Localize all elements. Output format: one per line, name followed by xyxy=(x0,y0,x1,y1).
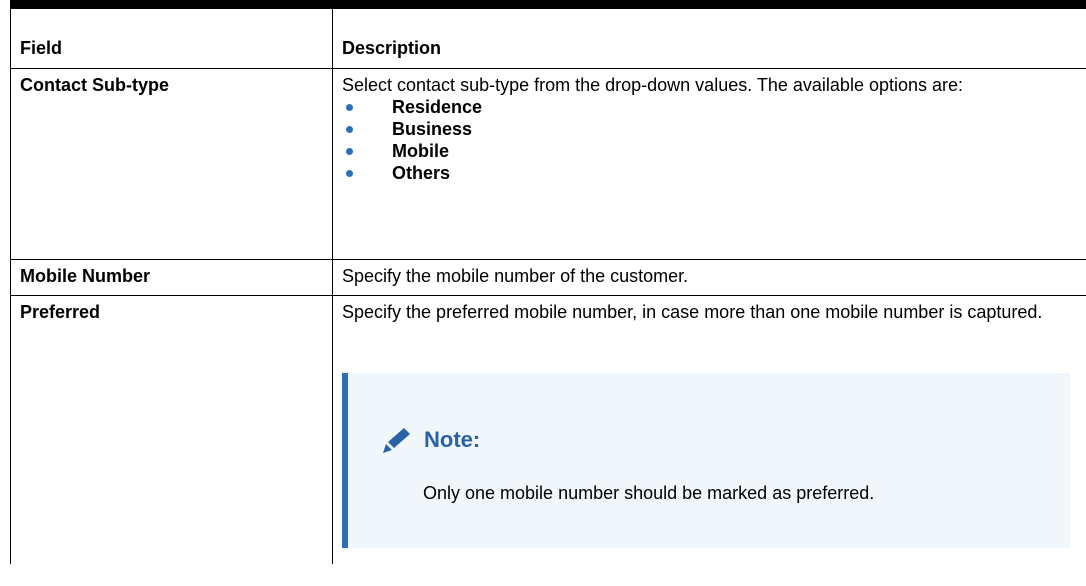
list-item: Others xyxy=(342,162,1077,184)
field-mobile-number: Mobile Number xyxy=(10,259,333,296)
list-item: Mobile xyxy=(342,140,1077,162)
table-row: Mobile Number Specify the mobile number … xyxy=(10,259,1086,296)
list-item: Business xyxy=(342,118,1077,140)
table-row: Contact Sub-type Select contact sub-type… xyxy=(10,68,1086,260)
bullet-icon xyxy=(346,104,353,111)
note-title: Note: xyxy=(424,427,481,452)
header-description: Description xyxy=(332,8,1086,69)
description-text: Select contact sub-type from the drop-do… xyxy=(342,75,964,95)
description-text: Specify the mobile number of the custome… xyxy=(332,259,1086,296)
field-contact-sub-type: Contact Sub-type xyxy=(10,68,333,260)
table-header-row: Field Description xyxy=(10,8,1086,69)
option-label: Residence xyxy=(392,97,483,117)
field-preferred: Preferred xyxy=(10,295,333,564)
table-row: Preferred Specify the preferred mobile n… xyxy=(10,295,1086,564)
description-text: Specify the preferred mobile number, in … xyxy=(342,302,1043,322)
option-label: Business xyxy=(392,119,473,139)
pencil-icon xyxy=(383,428,410,453)
list-item: Residence xyxy=(342,96,1077,118)
note-box: Note: Only one mobile number should be m… xyxy=(342,373,1070,548)
field-description-table: Field Description Contact Sub-type Selec… xyxy=(10,8,1086,564)
bullet-icon xyxy=(346,170,353,177)
description-cell: Specify the preferred mobile number, in … xyxy=(332,295,1086,564)
table-top-rule xyxy=(10,0,1086,8)
note-text: Only one mobile number should be marked … xyxy=(423,483,875,503)
bullet-icon xyxy=(346,126,353,133)
description-cell: Select contact sub-type from the drop-do… xyxy=(332,68,1086,260)
options-list: Residence Business Mobile Others xyxy=(342,96,1077,184)
bullet-icon xyxy=(346,148,353,155)
header-field: Field xyxy=(10,8,333,69)
note-heading: Note: xyxy=(380,425,480,455)
option-label: Others xyxy=(392,163,451,183)
option-label: Mobile xyxy=(392,141,449,161)
